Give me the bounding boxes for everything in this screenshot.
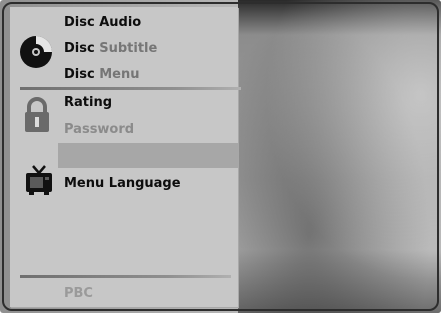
menu-item-disc-menu[interactable]: Disc Menu [64, 67, 140, 83]
tv-icon [26, 165, 52, 195]
menu-highlight-bar [58, 143, 238, 168]
osd-screen: Disc Audio Disc Subtitle Disc Menu Ratin… [0, 0, 441, 313]
menu-item-pbc: PBC [64, 286, 93, 301]
menu-item-menu-language[interactable]: Menu Language [64, 176, 181, 192]
menu-item-rating[interactable]: Rating [64, 95, 112, 111]
disc-icon [20, 36, 52, 68]
menu-item-disc-subtitle[interactable]: Disc Subtitle [64, 41, 157, 57]
group-divider [20, 275, 231, 278]
menu-item-disc-audio[interactable]: Disc Audio [64, 15, 141, 31]
video-background [238, 0, 441, 313]
menu-item-password: Password [64, 122, 135, 137]
group-divider [20, 87, 241, 90]
padlock-icon [25, 97, 49, 132]
